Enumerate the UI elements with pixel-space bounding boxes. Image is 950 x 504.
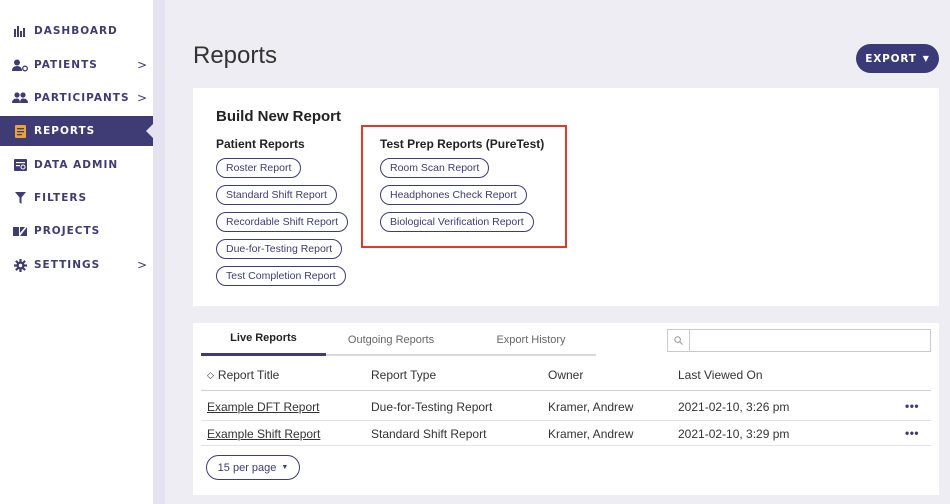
owner-cell: Kramer, Andrew — [548, 400, 634, 414]
report-type-cell: Standard Shift Report — [371, 427, 487, 441]
headphones-check-report-button[interactable]: Headphones Check Report — [380, 185, 527, 205]
search-box — [667, 329, 931, 352]
chevron-right-icon[interactable]: > — [137, 258, 147, 272]
sidebar-item-label: REPORTS — [34, 125, 96, 137]
participants-icon — [12, 91, 28, 105]
column-header-report-type: Report Type — [371, 368, 437, 382]
build-report-card: Build New Report Patient Reports Roster … — [193, 88, 939, 306]
patient-icon — [12, 58, 28, 72]
sidebar-item-reports[interactable]: REPORTS — [0, 116, 154, 146]
sidebar-item-label: DASHBOARD — [34, 25, 118, 37]
last-viewed-cell: 2021-02-10, 3:29 pm — [678, 427, 790, 441]
sidebar: DASHBOARD PATIENTS > PARTICIPANTS > REPO… — [0, 0, 154, 504]
report-icon — [12, 124, 28, 138]
test-prep-reports-heading: Test Prep Reports (PureTest) — [380, 137, 545, 151]
tab-live-reports[interactable]: Live Reports — [201, 323, 326, 356]
roster-report-button[interactable]: Roster Report — [216, 158, 302, 178]
last-viewed-cell: 2021-02-10, 3:26 pm — [678, 400, 790, 414]
sidebar-divider — [153, 0, 165, 504]
report-title-link[interactable]: Example Shift Report — [207, 427, 320, 441]
sidebar-item-label: SETTINGS — [34, 259, 101, 271]
sort-icon[interactable]: ◇ — [207, 371, 214, 381]
report-title-link[interactable]: Example DFT Report — [207, 400, 319, 414]
per-page-label: 15 per page — [217, 461, 277, 474]
export-button[interactable]: EXPORT ▼ — [856, 44, 939, 73]
projects-icon — [12, 224, 28, 238]
per-page-select[interactable]: 15 per page ▼ — [206, 455, 300, 480]
build-report-title: Build New Report — [216, 108, 342, 125]
search-icon — [668, 330, 690, 351]
biological-verification-report-button[interactable]: Biological Verification Report — [380, 212, 534, 232]
sidebar-item-settings[interactable]: SETTINGS > — [0, 250, 153, 280]
filter-icon — [12, 191, 28, 205]
sidebar-item-label: PARTICIPANTS — [34, 92, 130, 104]
sidebar-item-label: FILTERS — [34, 192, 88, 204]
recordable-shift-report-button[interactable]: Recordable Shift Report — [216, 212, 349, 232]
sidebar-item-label: PATIENTS — [34, 59, 98, 71]
sidebar-item-filters[interactable]: FILTERS — [0, 183, 153, 213]
report-type-cell: Due-for-Testing Report — [371, 400, 493, 414]
sidebar-item-projects[interactable]: PROJECTS — [0, 216, 153, 246]
sidebar-item-dashboard[interactable]: DASHBOARD — [0, 16, 153, 46]
patient-reports-heading: Patient Reports — [216, 137, 305, 151]
chevron-right-icon[interactable]: > — [137, 91, 147, 105]
due-for-testing-report-button[interactable]: Due-for-Testing Report — [216, 239, 343, 259]
data-admin-icon — [12, 158, 28, 172]
column-header-report-title[interactable]: ◇ Report Title — [207, 368, 279, 382]
bar-chart-icon — [12, 24, 28, 38]
row-divider — [201, 445, 931, 446]
column-header-owner: Owner — [548, 368, 584, 382]
column-header-last-viewed: Last Viewed On — [678, 368, 763, 382]
row-divider — [201, 420, 931, 421]
column-header-label: Report Title — [217, 368, 280, 382]
search-input[interactable] — [691, 331, 928, 350]
main-content: Reports EXPORT ▼ Build New Report Patien… — [165, 0, 950, 504]
room-scan-report-button[interactable]: Room Scan Report — [380, 158, 490, 178]
reports-table-card: Live Reports Outgoing Reports Export His… — [193, 323, 939, 495]
export-label: EXPORT — [865, 52, 917, 65]
sidebar-item-data-admin[interactable]: DATA ADMIN — [0, 150, 153, 180]
sidebar-item-label: PROJECTS — [34, 225, 101, 237]
caret-down-icon: ▼ — [281, 464, 289, 471]
standard-shift-report-button[interactable]: Standard Shift Report — [216, 185, 337, 205]
row-menu-icon[interactable]: ••• — [905, 426, 919, 440]
caret-down-icon: ▼ — [922, 54, 930, 63]
test-completion-report-button[interactable]: Test Completion Report — [216, 266, 346, 286]
owner-cell: Kramer, Andrew — [548, 427, 634, 441]
sidebar-item-patients[interactable]: PATIENTS > — [0, 50, 153, 80]
page-title: Reports — [193, 42, 278, 69]
row-menu-icon[interactable]: ••• — [905, 399, 919, 413]
tab-export-history[interactable]: Export History — [471, 323, 591, 356]
header-divider — [201, 390, 931, 391]
sidebar-item-participants[interactable]: PARTICIPANTS > — [0, 83, 153, 113]
tab-outgoing-reports[interactable]: Outgoing Reports — [331, 323, 451, 356]
gear-icon — [12, 258, 28, 272]
chevron-right-icon[interactable]: > — [137, 58, 147, 72]
sidebar-item-label: DATA ADMIN — [34, 159, 119, 171]
